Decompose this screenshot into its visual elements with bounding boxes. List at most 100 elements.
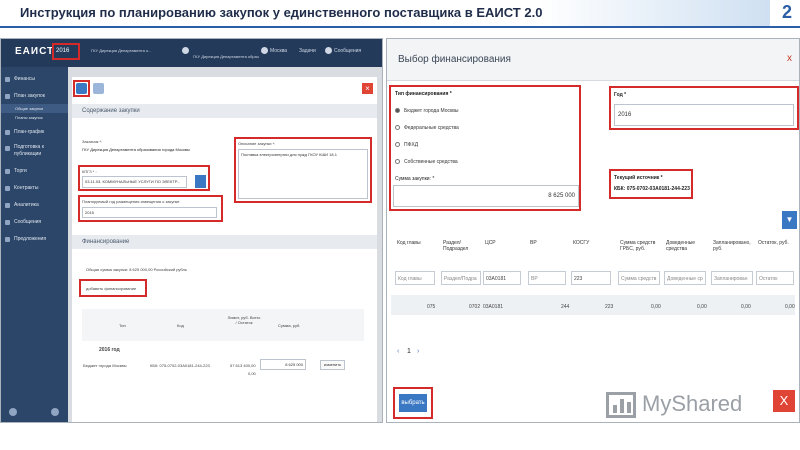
year-highlight	[52, 43, 80, 60]
cell-rest: 0,00	[785, 304, 795, 310]
pager-page[interactable]: 1	[407, 348, 411, 355]
left-screenshot: ЕАИСТ 2016 ГКУ Дирекция Департамента о..…	[0, 38, 383, 423]
sidebar-label: Торги	[14, 168, 27, 174]
top-bar: ЕАИСТ 2016 ГКУ Дирекция Департамента о..…	[1, 39, 382, 67]
cell-planned: 0,00	[741, 304, 751, 310]
pager-next-icon[interactable]: ›	[417, 348, 419, 355]
schedule-icon	[5, 130, 10, 135]
cell-delivered: 0,00	[697, 304, 707, 310]
filter-section[interactable]: Раздел/Подра	[441, 271, 481, 285]
source-highlight	[609, 169, 693, 199]
location-icon	[261, 47, 268, 54]
presentation-icon	[606, 392, 636, 418]
tasks-link[interactable]: Задачи	[299, 48, 316, 54]
total-sum: Общая сумма закупки: 8 625 000,00 Россий…	[86, 267, 187, 272]
description-highlight	[234, 137, 372, 203]
filter-icon[interactable]: ▼	[782, 211, 797, 229]
header-divider	[0, 26, 800, 28]
org-selector[interactable]: ГКУ Дирекция Департамента о...	[91, 48, 151, 53]
choose-highlight	[393, 387, 433, 419]
sidebar-item-contracts[interactable]: Контракты	[1, 182, 68, 195]
col-vr: ВР	[530, 240, 537, 246]
print-icon[interactable]	[93, 83, 104, 94]
sidebar-sub-plans[interactable]: Планы закупок	[1, 113, 68, 122]
row-limit: 57 613 400,00	[230, 363, 256, 368]
col-csr: ЦСР	[485, 240, 496, 246]
header-gradient	[540, 0, 770, 26]
sidebar-item-messages[interactable]: Сообщения	[1, 216, 68, 229]
customer-label: Заказчик *:	[82, 139, 103, 144]
col-kosgu: КОСГУ	[573, 240, 590, 246]
org-icon	[182, 47, 189, 54]
sidebar-item-publication[interactable]: Подготовка к публикации	[1, 142, 68, 160]
finance-icon	[5, 77, 10, 82]
messages-icon	[325, 47, 332, 54]
close-icon[interactable]: x	[787, 53, 792, 64]
location-label[interactable]: Москва	[270, 48, 287, 54]
customer-value: ГКУ Дирекция Департамента образования го…	[82, 147, 190, 152]
watermark: MyShared	[606, 390, 766, 422]
sidebar-item-schedule[interactable]: План-график	[1, 126, 68, 139]
messages-link[interactable]: Сообщения	[334, 48, 361, 54]
slide: Инструкция по планированию закупок у еди…	[0, 0, 800, 450]
watermark-close-icon[interactable]: X	[773, 390, 795, 412]
pager-prev-icon[interactable]: ‹	[397, 348, 399, 355]
filter-planned[interactable]: Запланирован	[711, 271, 753, 285]
th-sum: Сумма, руб.	[278, 323, 301, 328]
col-section: Раздел/ Подраздел	[443, 240, 469, 252]
filter-kosgu[interactable]: 223	[571, 271, 611, 285]
sidebar-label: План-график	[14, 129, 45, 135]
sidebar-item-finance[interactable]: Финансы	[1, 73, 68, 86]
help-icon[interactable]	[51, 408, 59, 416]
watermark-text: MyShared	[642, 391, 743, 416]
th-code: Код	[177, 323, 184, 328]
filter-vr[interactable]: ВР	[528, 271, 566, 285]
tenders-icon	[5, 169, 10, 174]
edit-button[interactable]: изменить	[320, 360, 345, 370]
contracts-icon	[5, 186, 10, 191]
sidebar-label: Финансы	[14, 76, 35, 82]
modal-header: Выбор финансирования x	[387, 39, 799, 81]
sidebar-label: Сообщения	[14, 219, 42, 225]
cell-grbs: 0,00	[651, 304, 661, 310]
sidebar-label: Аналитика	[14, 202, 39, 208]
period-highlight	[78, 195, 223, 222]
sidebar-item-tenders[interactable]: Торги	[1, 165, 68, 178]
messages-icon	[5, 220, 10, 225]
row-sum-field[interactable]: 8 625 000	[260, 359, 306, 370]
modal-title: Выбор финансирования	[398, 54, 511, 65]
publication-icon	[5, 146, 10, 151]
slide-number: 2	[781, 2, 792, 22]
col-delivered: Доведенные средства	[666, 240, 696, 252]
year-group: 2016 год	[99, 347, 120, 353]
type-sum-highlight	[389, 85, 581, 211]
org-name: ГКУ Дирекция Департамента образ	[193, 54, 259, 59]
filter-delivered[interactable]: Доведенные ср	[664, 271, 706, 285]
sidebar-item-plan[interactable]: План закупок	[1, 90, 68, 103]
filter-grbs[interactable]: Сумма средств	[618, 271, 660, 285]
year-highlight	[609, 86, 799, 130]
sidebar-item-analytics[interactable]: Аналитика	[1, 199, 68, 212]
filter-rest[interactable]: Остаток	[756, 271, 794, 285]
sidebar-label: Предложения	[14, 236, 47, 242]
sidebar-label: Контракты	[14, 185, 39, 191]
kpgz-highlight	[78, 165, 210, 191]
close-icon[interactable]: ×	[362, 83, 373, 94]
filter-csr[interactable]: 03А0181	[483, 271, 521, 285]
sidebar-sub-general[interactable]: Общие закупки	[1, 104, 68, 113]
content-section-title: Содержание закупки	[82, 108, 140, 114]
settings-icon[interactable]	[9, 408, 17, 416]
financing-modal: Выбор финансирования x Тип финансировани…	[386, 38, 800, 423]
cell-kosgu: 223	[605, 304, 614, 310]
table-row[interactable]	[391, 295, 795, 315]
plan-icon	[5, 94, 10, 99]
cell-chapter: 075	[427, 304, 436, 310]
save-highlight	[73, 80, 90, 97]
analytics-icon	[5, 203, 10, 208]
row-rest: 0,00	[248, 371, 256, 376]
cell-section: 0702	[469, 304, 481, 310]
cell-vr: 244	[561, 304, 570, 310]
filter-chapter[interactable]: Код главы	[395, 271, 435, 285]
sidebar-item-proposals[interactable]: Предложения	[1, 233, 68, 246]
slide-title: Инструкция по планированию закупок у еди…	[20, 5, 543, 20]
